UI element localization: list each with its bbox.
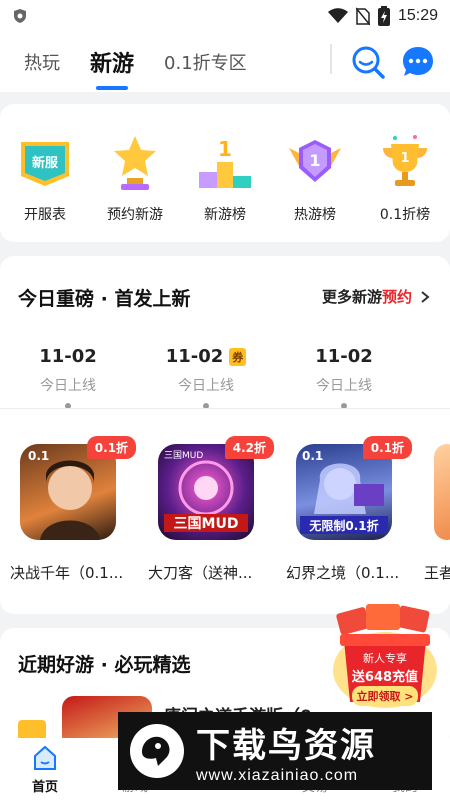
header-divider: [330, 44, 332, 74]
shield-status-icon: [14, 9, 26, 23]
section-title: 今日重磅 · 首发上新: [18, 288, 191, 310]
chat-icon: [403, 47, 433, 76]
quick-link-badge-text: 新服: [32, 155, 59, 171]
tab-discount-zone[interactable]: 0.1折专区: [164, 49, 247, 75]
promo-line1: 新人专享: [363, 652, 407, 665]
quick-link-new-rank[interactable]: 1 新游榜: [185, 132, 265, 224]
search-icon: [352, 46, 385, 79]
gold-cup-icon: 1: [375, 132, 435, 192]
search-button[interactable]: [350, 44, 386, 80]
tab-hot[interactable]: 热玩: [24, 49, 60, 75]
status-bar: 15:29: [0, 0, 450, 32]
quick-link-hot-rank[interactable]: 1 热游榜: [275, 132, 355, 224]
bird-logo-icon: [130, 724, 184, 778]
today-launch-card: 今日重磅 · 首发上新 更多新游 预约 11-02 今日上线 11-02 券 今日…: [0, 256, 450, 614]
game-name: 大刀客（送神...: [148, 564, 253, 582]
date-value: 11-02: [315, 346, 373, 367]
message-button[interactable]: [400, 44, 436, 80]
game-name: 决战千年（0.1...: [10, 564, 124, 582]
battery-icon: [377, 6, 390, 26]
quick-link-discount-rank[interactable]: 1 0.1折榜: [365, 132, 445, 224]
chevron-right-icon: [421, 290, 430, 303]
date-value: 11-02: [39, 346, 97, 367]
new-user-gift-promo[interactable]: 新人专享 送648充值 立即领取 >: [330, 600, 440, 710]
game-name: 王者: [424, 564, 450, 582]
svg-text:1: 1: [309, 151, 320, 170]
quick-link-label: 新游榜: [204, 207, 246, 223]
home-icon: [34, 745, 56, 770]
tab-new-games[interactable]: 新游: [90, 46, 134, 90]
svg-text:0.1: 0.1: [302, 449, 323, 463]
game-card[interactable]: 0.1 0.1折 决战千年（0.1...: [10, 436, 150, 583]
date-tab[interactable]: 11-02 券 今日上线: [146, 346, 266, 395]
svg-text:三国MUD: 三国MUD: [174, 516, 239, 532]
discount-badge: 0.1折: [86, 436, 136, 459]
nav-home[interactable]: 首页: [10, 744, 80, 795]
svg-text:三国MUD: 三国MUD: [164, 450, 203, 461]
discount-badge: 4.2折: [224, 436, 274, 459]
date-subtitle: 今日上线: [178, 378, 234, 394]
game-card[interactable]: 王者: [424, 444, 450, 583]
no-sim-icon: [355, 7, 370, 25]
svg-text:1: 1: [218, 137, 232, 161]
svg-text:1: 1: [400, 151, 409, 166]
discount-badge: 0.1折: [362, 436, 412, 459]
promo-claim-button[interactable]: 立即领取 >: [352, 686, 418, 706]
more-link-highlight: 预约: [381, 288, 412, 306]
quick-link-label: 0.1折榜: [379, 207, 431, 223]
quick-link-label: 开服表: [24, 207, 66, 223]
quick-link-reserve[interactable]: 预约新游: [95, 132, 175, 224]
date-tab[interactable]: 11-02 今日上线: [284, 346, 404, 395]
date-subtitle: 今日上线: [316, 378, 372, 394]
quick-links-card: 新服 开服表 预约新游 1 新游榜 1 热游榜 1 0.1折榜: [0, 104, 450, 242]
winged-badge-icon: 1: [285, 132, 345, 192]
promo-line2: 送648充值: [351, 670, 419, 685]
watermark-overlay: 下载鸟资源 www.xiazainiao.com: [118, 712, 432, 790]
wifi-icon: [327, 8, 348, 23]
podium-icon: 1: [195, 132, 255, 192]
svg-text:0.1: 0.1: [28, 449, 49, 463]
coupon-badge: 券: [229, 347, 247, 366]
svg-text:无限制0.1折: 无限制0.1折: [308, 518, 378, 533]
date-tabs: 11-02 今日上线 11-02 券 今日上线 11-02 今日上线: [0, 346, 450, 406]
watermark-url: www.xiazainiao.com: [196, 766, 359, 784]
game-cover-image: [434, 444, 450, 540]
status-time: 15:29: [397, 7, 438, 24]
watermark-title: 下载鸟资源: [196, 725, 376, 766]
quick-link-label: 热游榜: [294, 207, 336, 223]
new-server-badge-icon: 新服: [15, 132, 75, 192]
date-value: 11-02: [165, 346, 224, 367]
more-new-games-link[interactable]: 更多新游 预约: [322, 286, 432, 307]
more-link-text: 更多新游: [321, 288, 382, 306]
game-card[interactable]: 三国MUD 三国MUD 4.2折 大刀客（送神...: [148, 436, 288, 583]
section-title: 近期好游 · 必玩精选: [18, 654, 191, 676]
game-card[interactable]: 无限制0.1折 0.1 0.1折 幻界之境（0.1...: [286, 436, 426, 583]
quick-link-server-list[interactable]: 新服 开服表: [5, 132, 85, 224]
game-name: 幻界之境（0.1...: [286, 564, 400, 582]
top-tab-bar: 热玩 新游 0.1折专区: [0, 32, 450, 92]
nav-label: 首页: [31, 779, 58, 795]
timeline-divider: [0, 408, 450, 409]
star-trophy-icon: [105, 132, 165, 192]
date-subtitle: 今日上线: [40, 378, 96, 394]
date-tab[interactable]: 11-02 今日上线: [8, 346, 128, 395]
quick-link-label: 预约新游: [107, 207, 163, 223]
